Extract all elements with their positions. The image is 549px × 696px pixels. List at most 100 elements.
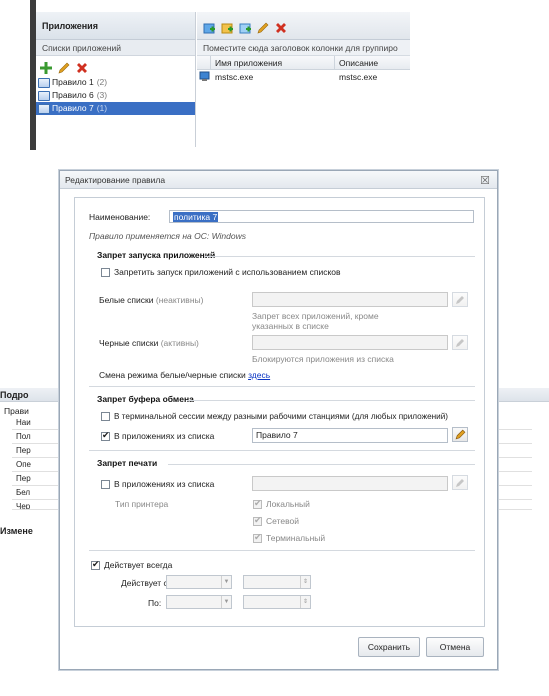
switch-mode-text: Смена режима белые/черные списки bbox=[99, 370, 246, 380]
list-item-rule-7[interactable]: Правило 7 (1) bbox=[36, 102, 195, 115]
whitelist-label: Белые списки (неактивны) bbox=[99, 295, 203, 305]
always-active-row[interactable]: Действует всегда bbox=[91, 559, 173, 570]
clipboard-list-checkbox[interactable] bbox=[101, 430, 110, 441]
printer-network-label: Сетевой bbox=[266, 516, 300, 526]
applications-panel-title: Приложения bbox=[36, 12, 195, 40]
blacklist-label-text: Черные списки bbox=[99, 338, 159, 348]
chevron-down-icon: ▼ bbox=[221, 576, 231, 588]
grid-toolbar bbox=[197, 12, 410, 40]
add-from-list-icon[interactable] bbox=[221, 22, 233, 34]
whitelist-input[interactable] bbox=[252, 292, 448, 307]
print-list-row[interactable]: В приложениях из списка bbox=[101, 479, 214, 489]
name-label: Наименование: bbox=[89, 212, 151, 222]
delete-icon[interactable] bbox=[275, 22, 287, 34]
cancel-button[interactable]: Отмена bbox=[426, 637, 484, 657]
launch-block-checkbox[interactable] bbox=[101, 267, 110, 277]
add-process-icon[interactable] bbox=[239, 22, 251, 34]
print-list-edit-button[interactable] bbox=[452, 475, 468, 490]
print-list-checkbox[interactable] bbox=[101, 479, 110, 489]
clipboard-terminal-row[interactable]: В терминальной сессии между разными рабо… bbox=[101, 412, 448, 421]
details-tab[interactable]: Прави bbox=[4, 406, 29, 416]
applications-grid-panel: Поместите сюда заголовок колонки для гру… bbox=[197, 12, 410, 147]
clipboard-list-row[interactable]: В приложениях из списка bbox=[101, 430, 215, 441]
dialog-title: Редактирование правила bbox=[60, 171, 497, 189]
applications-toolbar bbox=[36, 56, 195, 76]
printer-terminal-checkbox[interactable] bbox=[253, 532, 262, 543]
applications-panel: Приложения Списки приложений Правило 1 (… bbox=[36, 12, 196, 147]
printer-network-checkbox[interactable] bbox=[253, 515, 262, 526]
list-item-rule-6[interactable]: Правило 6 (3) bbox=[36, 89, 195, 102]
cell-app-name: mstsc.exe bbox=[215, 72, 254, 82]
application-icon bbox=[197, 70, 211, 84]
active-to-date-select[interactable]: ▼ bbox=[166, 595, 232, 609]
close-icon[interactable]: ☒ bbox=[480, 174, 490, 187]
rule-name: Правило 7 bbox=[52, 103, 94, 113]
print-list-input[interactable] bbox=[252, 476, 448, 491]
print-section-title: Запрет печати bbox=[97, 458, 158, 468]
name-input-value: политика 7 bbox=[173, 212, 219, 222]
edit-icon bbox=[456, 478, 464, 487]
add-icon[interactable] bbox=[40, 61, 52, 74]
edit-icon bbox=[456, 295, 464, 304]
edit-pencil-icon[interactable] bbox=[257, 22, 269, 34]
changes-section-title: Измене bbox=[0, 526, 33, 536]
blacklist-edit-button[interactable] bbox=[452, 335, 468, 350]
always-active-label: Действует всегда bbox=[104, 560, 173, 570]
clipboard-list-label: В приложениях из списка bbox=[114, 431, 215, 441]
edit-pencil-icon[interactable] bbox=[58, 62, 70, 74]
rule-form: Наименование: политика 7 Правило применя… bbox=[74, 197, 485, 627]
column-header-description[interactable]: Описание bbox=[335, 56, 410, 69]
whitelist-hint: Запрет всех приложений, кроме указанных … bbox=[252, 311, 379, 331]
always-active-checkbox[interactable] bbox=[91, 559, 100, 570]
application-lists-header: Списки приложений bbox=[36, 40, 195, 56]
active-from-label: Действует с: bbox=[121, 578, 171, 588]
launch-checkbox-row[interactable]: Запретить запуск приложений с использова… bbox=[101, 267, 341, 277]
whitelist-state: (неактивны) bbox=[155, 295, 204, 305]
edit-rule-dialog: Редактирование правила ☒ Наименование: п… bbox=[59, 170, 498, 670]
spinner-icon: ⇕ bbox=[300, 576, 310, 588]
clipboard-list-edit-button[interactable] bbox=[452, 427, 468, 442]
table-row[interactable]: mstsc.exe mstsc.exe bbox=[197, 70, 410, 84]
cell-description: mstsc.exe bbox=[339, 72, 378, 82]
whitelist-label-text: Белые списки bbox=[99, 295, 154, 305]
add-application-icon[interactable] bbox=[203, 22, 215, 34]
active-from-time-spinner[interactable]: ⇕ bbox=[243, 575, 311, 589]
group-by-hint[interactable]: Поместите сюда заголовок колонки для гру… bbox=[197, 40, 410, 56]
switch-mode-link[interactable]: здесь bbox=[248, 370, 270, 380]
name-input[interactable]: политика 7 bbox=[169, 210, 474, 223]
rule-count: (3) bbox=[96, 90, 108, 100]
divider bbox=[205, 256, 475, 257]
rule-list-icon bbox=[38, 103, 50, 114]
delete-icon[interactable] bbox=[76, 62, 88, 74]
save-button[interactable]: Сохранить bbox=[358, 637, 420, 657]
edit-icon bbox=[455, 429, 465, 440]
rule-name: Правило 6 bbox=[52, 90, 94, 100]
active-to-time-spinner[interactable]: ⇕ bbox=[243, 595, 311, 609]
list-item-rule-1[interactable]: Правило 1 (2) bbox=[36, 76, 195, 89]
divider bbox=[168, 464, 475, 465]
rules-list: Правило 1 (2) Правило 6 (3) Правило 7 (1… bbox=[36, 76, 195, 115]
rule-count: (1) bbox=[96, 103, 108, 113]
divider bbox=[89, 550, 475, 551]
os-note: Правило применяется на ОС: Windows bbox=[89, 231, 246, 241]
clipboard-terminal-checkbox[interactable] bbox=[101, 412, 110, 421]
launch-section-title: Запрет запуска приложений bbox=[97, 250, 216, 260]
active-from-date-select[interactable]: ▼ bbox=[166, 575, 232, 589]
printer-local-checkbox[interactable] bbox=[253, 498, 262, 509]
clipboard-terminal-label: В терминальной сессии между разными рабо… bbox=[114, 412, 449, 421]
whitelist-edit-button[interactable] bbox=[452, 292, 468, 307]
clipboard-list-input[interactable]: Правило 7 bbox=[252, 428, 448, 443]
printer-terminal-row: Терминальный bbox=[253, 532, 325, 543]
edit-icon bbox=[456, 338, 464, 347]
divider bbox=[89, 386, 475, 387]
divider bbox=[187, 400, 475, 401]
printer-type-label: Тип принтера bbox=[115, 499, 169, 509]
printer-network-row: Сетевой bbox=[253, 515, 300, 526]
launch-block-label: Запретить запуск приложений с использова… bbox=[114, 267, 341, 277]
rule-list-icon bbox=[38, 77, 50, 88]
blacklist-input[interactable] bbox=[252, 335, 448, 350]
rule-name: Правило 1 bbox=[52, 77, 94, 87]
printer-local-row: Локальный bbox=[253, 498, 310, 509]
chevron-down-icon: ▼ bbox=[221, 596, 231, 608]
column-header-app-name[interactable]: Имя приложения bbox=[211, 56, 335, 69]
